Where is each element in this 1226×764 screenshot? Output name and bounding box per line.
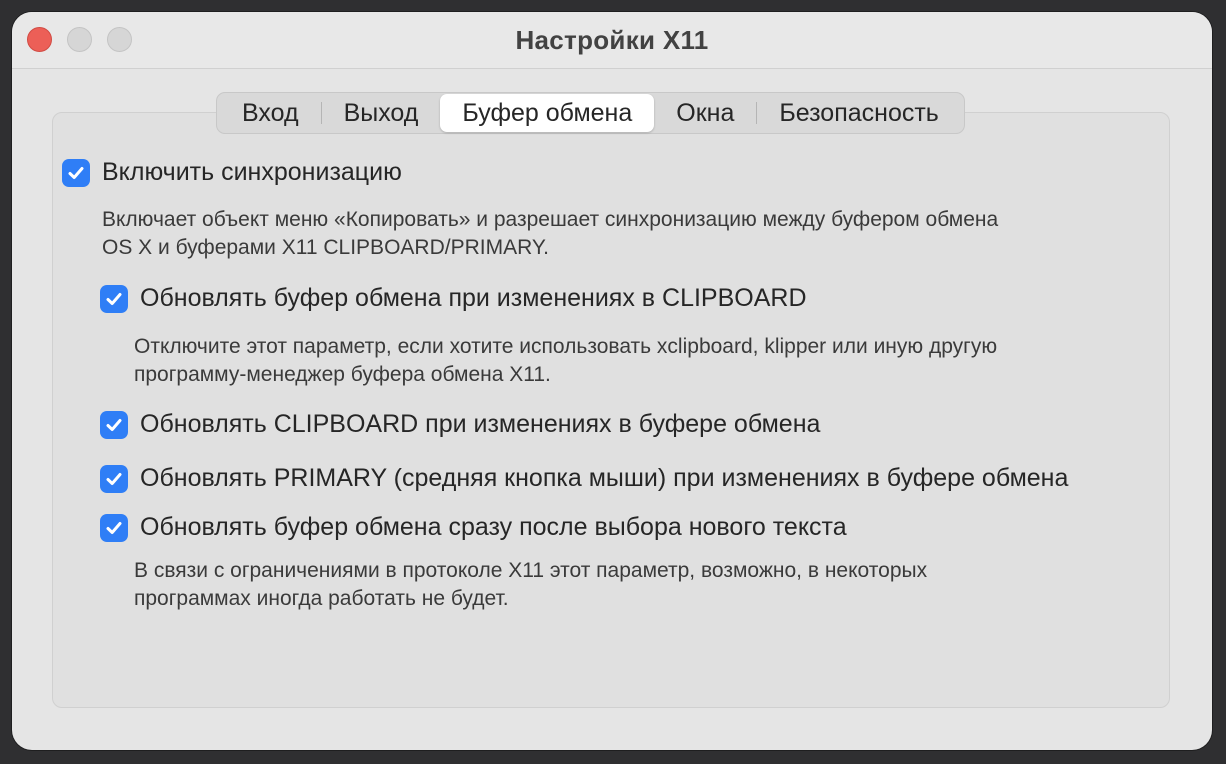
tab-clipboard[interactable]: Буфер обмена [440, 94, 655, 132]
enable-sync-description: Включает объект меню «Копировать» и разр… [102, 206, 998, 262]
description-line: программах иногда работать не будет. [134, 587, 509, 610]
tab-security[interactable]: Безопасность [757, 94, 960, 132]
tab-output[interactable]: Выход [322, 94, 441, 132]
update-clipboard-on-pasteboard-checkbox[interactable] [100, 410, 128, 439]
tab-bar: Вход Выход Буфер обмена Окна Безопасност… [216, 92, 965, 134]
enable-sync-checkbox[interactable] [62, 158, 90, 187]
update-clipboard-on-pasteboard-option[interactable]: Обновлять CLIPBOARD при изменениях в буф… [100, 410, 820, 439]
tab-windows[interactable]: Окна [654, 94, 756, 132]
update-pasteboard-on-selection-option[interactable]: Обновлять буфер обмена сразу после выбор… [100, 513, 847, 542]
update-pasteboard-on-selection-label: Обновлять буфер обмена сразу после выбор… [140, 513, 847, 541]
checkmark-icon [106, 472, 122, 485]
checkmark-icon [68, 166, 84, 179]
update-pasteboard-on-selection-checkbox[interactable] [100, 513, 128, 542]
enable-sync-option[interactable]: Включить синхронизацию [62, 158, 402, 187]
update-pasteboard-on-clipboard-label: Обновлять буфер обмена при изменениях в … [140, 284, 807, 312]
window-title: Настройки X11 [515, 25, 709, 55]
update-primary-on-pasteboard-option[interactable]: Обновлять PRIMARY (средняя кнопка мыши) … [100, 464, 1068, 493]
checkmark-icon [106, 418, 122, 431]
update-pasteboard-on-clipboard-option[interactable]: Обновлять буфер обмена при изменениях в … [100, 284, 807, 313]
enable-sync-label: Включить синхронизацию [102, 158, 402, 186]
checkmark-icon [106, 292, 122, 305]
update-pasteboard-on-clipboard-description: Отключите этот параметр, если хотите исп… [134, 333, 997, 389]
description-line: В связи с ограничениями в протоколе X11 … [134, 559, 928, 582]
title-bar[interactable]: Настройки X11 [12, 12, 1212, 69]
description-line: Отключите этот параметр, если хотите исп… [134, 335, 998, 358]
update-pasteboard-on-clipboard-checkbox[interactable] [100, 284, 128, 313]
preferences-window: Настройки X11 Вход Выход Буфер обмена Ок… [12, 12, 1212, 750]
update-primary-on-pasteboard-label: Обновлять PRIMARY (средняя кнопка мыши) … [140, 464, 1069, 492]
description-line: OS X и буферами X11 CLIPBOARD/PRIMARY. [102, 236, 549, 259]
description-line: Включает объект меню «Копировать» и разр… [102, 208, 999, 231]
description-line: программу-менеджер буфера обмена X11. [134, 363, 551, 386]
tab-input[interactable]: Вход [220, 94, 321, 132]
update-primary-on-pasteboard-checkbox[interactable] [100, 464, 128, 493]
update-clipboard-on-pasteboard-label: Обновлять CLIPBOARD при изменениях в буф… [140, 410, 821, 438]
checkmark-icon [106, 521, 122, 534]
update-pasteboard-on-selection-description: В связи с ограничениями в протоколе X11 … [134, 557, 927, 613]
